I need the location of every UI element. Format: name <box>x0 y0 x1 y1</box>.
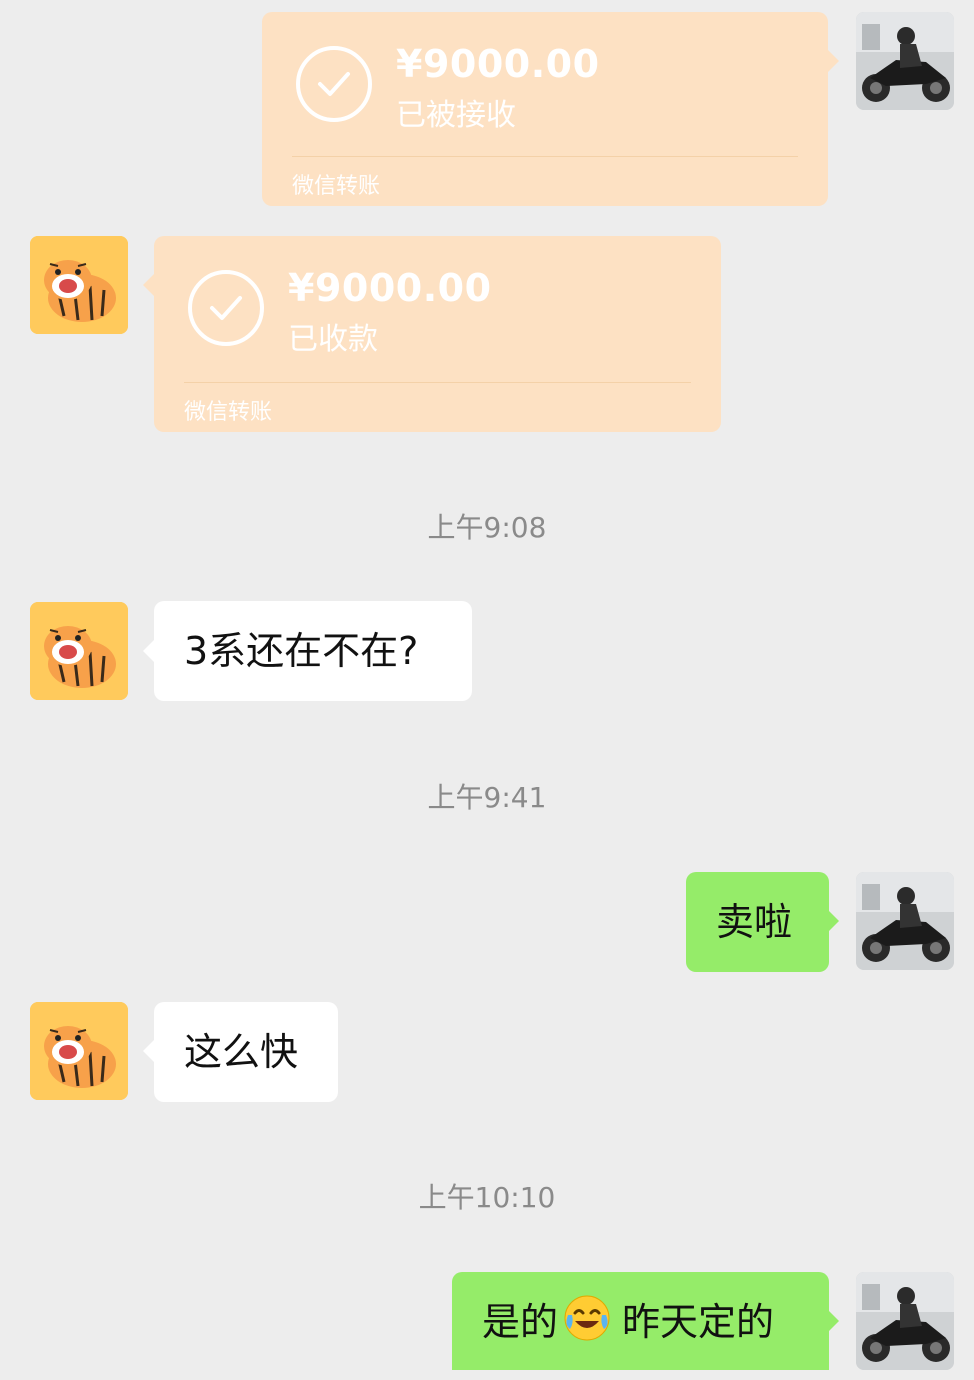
bubble-tail <box>143 640 154 662</box>
tiger-icon <box>30 602 128 700</box>
tiger-icon <box>30 1002 128 1100</box>
motorcycle-rider-icon <box>856 12 954 110</box>
timestamp: 上午10:10 <box>418 1181 556 1214</box>
message-bubble-sent[interactable]: 是的 昨天定的 <box>452 1272 829 1370</box>
contact-avatar[interactable] <box>30 236 128 334</box>
transfer-status: 已被接收 <box>396 98 516 133</box>
tiger-icon <box>30 236 128 334</box>
message-bubble-sent[interactable]: 卖啦 <box>686 872 829 972</box>
bubble-tail <box>828 910 839 932</box>
message-bubble-received[interactable]: 这么快 <box>154 1002 338 1102</box>
bubble-tail <box>828 50 839 72</box>
message-text: 这么快 <box>184 1030 299 1074</box>
check-circle-icon <box>296 46 372 122</box>
transfer-card-sent[interactable]: ¥9000.00 已被接收 微信转账 <box>262 12 828 206</box>
message-text-part1: 是的 <box>482 1300 559 1344</box>
divider <box>292 156 798 157</box>
self-avatar[interactable] <box>856 1272 954 1370</box>
transfer-footer: 微信转账 <box>184 400 273 425</box>
self-avatar[interactable] <box>856 12 954 110</box>
message-text: 卖啦 <box>716 900 793 944</box>
timestamp: 上午9:41 <box>427 781 547 814</box>
timestamp: 上午9:08 <box>427 511 547 544</box>
bubble-tail <box>828 1310 839 1332</box>
crying-laughing-emoji-icon <box>562 1280 612 1341</box>
contact-avatar[interactable] <box>30 602 128 700</box>
message-bubble-received[interactable]: 3系还在不在? <box>154 601 472 701</box>
divider <box>184 382 691 383</box>
transfer-amount: ¥9000.00 <box>396 42 600 86</box>
message-text: 3系还在不在? <box>184 629 419 673</box>
transfer-status: 已收款 <box>288 322 378 357</box>
motorcycle-rider-icon <box>856 872 954 970</box>
check-circle-icon <box>188 270 264 346</box>
motorcycle-rider-icon <box>856 1272 954 1370</box>
bubble-tail <box>143 274 154 296</box>
bubble-tail <box>143 1040 154 1062</box>
transfer-card-received[interactable]: ¥9000.00 已收款 微信转账 <box>154 236 721 432</box>
transfer-amount: ¥9000.00 <box>288 266 492 310</box>
message-text-part2: 昨天定的 <box>622 1300 775 1344</box>
contact-avatar[interactable] <box>30 1002 128 1100</box>
self-avatar[interactable] <box>856 872 954 970</box>
transfer-footer: 微信转账 <box>292 174 381 199</box>
